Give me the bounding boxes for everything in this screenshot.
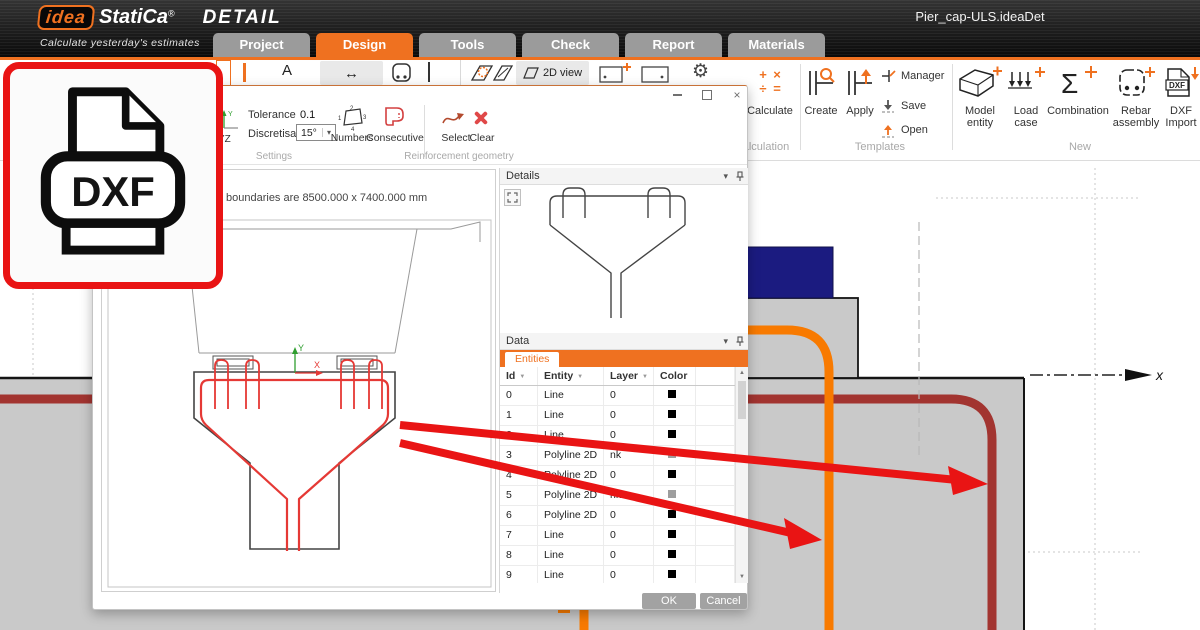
scroll-down-icon[interactable]: ▼ bbox=[736, 571, 748, 583]
details-preview bbox=[500, 185, 748, 333]
x-axis-label: X bbox=[314, 360, 320, 370]
svg-text:Y: Y bbox=[228, 111, 233, 118]
column-header-id[interactable]: Id▼ bbox=[500, 367, 538, 385]
origin-axes: Y X bbox=[292, 343, 323, 376]
svg-text:1: 1 bbox=[338, 116, 342, 122]
data-panel-header: Data ▾ bbox=[500, 333, 748, 350]
close-button[interactable]: × bbox=[725, 88, 749, 102]
consecutive-button[interactable]: Consecutive bbox=[356, 132, 434, 144]
table-row[interactable]: 1Line0 bbox=[500, 406, 735, 426]
cancel-button[interactable]: Cancel bbox=[700, 593, 747, 609]
data-panel-tabs: Entities bbox=[500, 350, 748, 367]
details-panel-title: Details bbox=[506, 170, 540, 182]
dialog-right-panels: Details ▾ bbox=[499, 168, 748, 593]
table-row[interactable]: 5Polyline 2Dnk bbox=[500, 486, 735, 506]
column-header-layer[interactable]: Layer▼ bbox=[604, 367, 654, 385]
dxf-icon-label: DXF bbox=[71, 167, 155, 214]
table-row[interactable]: 0Line0 bbox=[500, 386, 735, 406]
reinforcement-outline bbox=[201, 360, 388, 551]
structure-outline bbox=[186, 222, 480, 353]
column-header-blank bbox=[696, 367, 735, 385]
color-swatch bbox=[654, 406, 696, 425]
app-window: ideaStatiCa®DETAIL Calculate yesterday's… bbox=[0, 0, 1200, 630]
x-axis-label: x bbox=[1155, 367, 1164, 383]
group-label-settings: Settings bbox=[234, 151, 314, 162]
tab-entities[interactable]: Entities bbox=[505, 352, 559, 367]
pin-icon[interactable] bbox=[736, 336, 744, 347]
consecutive-icon[interactable] bbox=[383, 105, 407, 129]
color-swatch bbox=[654, 486, 696, 505]
tolerance-value[interactable]: 0.1 bbox=[300, 109, 315, 121]
pier-cap-outline bbox=[194, 372, 395, 549]
collapse-icon[interactable]: ▾ bbox=[723, 168, 728, 185]
color-swatch bbox=[654, 386, 696, 405]
table-row[interactable]: 8Line0 bbox=[500, 546, 735, 566]
table-row[interactable]: 4Polyline 2D0 bbox=[500, 466, 735, 486]
table-row[interactable]: 2Line0 bbox=[500, 426, 735, 446]
scrollbar-thumb[interactable] bbox=[738, 381, 746, 419]
table-row[interactable]: 6Polyline 2D0 bbox=[500, 506, 735, 526]
ok-button[interactable]: OK bbox=[642, 593, 696, 609]
svg-text:2: 2 bbox=[350, 106, 354, 112]
data-panel-title: Data bbox=[506, 335, 529, 347]
column-header-entity[interactable]: Entity▼ bbox=[538, 367, 604, 385]
color-swatch bbox=[654, 566, 696, 583]
discretisation-value: 15° bbox=[297, 127, 322, 139]
table-row[interactable]: 7Line0 bbox=[500, 526, 735, 546]
toolbar-separator bbox=[424, 105, 425, 157]
svg-text:4: 4 bbox=[351, 127, 355, 131]
color-swatch bbox=[654, 466, 696, 485]
color-swatch bbox=[654, 426, 696, 445]
table-row[interactable]: 3Polyline 2Dnk bbox=[500, 446, 735, 466]
x-axis-arrowhead bbox=[1125, 369, 1152, 381]
maximize-button[interactable] bbox=[695, 88, 719, 102]
scroll-up-icon[interactable]: ▲ bbox=[736, 367, 748, 379]
color-swatch bbox=[654, 446, 696, 465]
collapse-icon[interactable]: ▾ bbox=[723, 333, 728, 350]
table-scrollbar[interactable]: ▲ ▼ bbox=[735, 367, 748, 583]
svg-text:3: 3 bbox=[363, 115, 366, 121]
clear-icon[interactable] bbox=[472, 109, 490, 127]
select-icon[interactable] bbox=[441, 110, 469, 128]
entities-table: Id▼ Entity▼ Layer▼ Color 0Line01Line02Li… bbox=[500, 367, 735, 583]
filter-icon: ▼ bbox=[519, 374, 525, 380]
details-panel-header: Details ▾ bbox=[500, 168, 748, 185]
filter-icon: ▼ bbox=[577, 374, 583, 380]
pin-icon[interactable] bbox=[736, 171, 744, 182]
tolerance-label: Tolerance bbox=[248, 109, 296, 121]
column-header-color[interactable]: Color bbox=[654, 367, 696, 385]
clear-button[interactable]: Clear bbox=[462, 132, 502, 144]
entities-table-body: 0Line01Line02Line03Polyline 2Dnk4Polylin… bbox=[500, 386, 735, 583]
dxf-highlight-callout: DXF bbox=[3, 62, 223, 289]
color-swatch bbox=[654, 506, 696, 525]
group-label-reinforcement: Reinforcement geometry bbox=[399, 151, 519, 162]
color-swatch bbox=[654, 546, 696, 565]
numbers-icon[interactable]: 1 2 3 4 bbox=[338, 105, 366, 131]
reinforcement-preview-drawing bbox=[500, 185, 748, 333]
table-row[interactable]: 9Line0 bbox=[500, 566, 735, 583]
entities-table-header: Id▼ Entity▼ Layer▼ Color bbox=[500, 367, 735, 386]
dxf-file-icon: DXF bbox=[37, 84, 189, 268]
minimize-button[interactable] bbox=[665, 88, 689, 102]
color-swatch bbox=[654, 526, 696, 545]
y-axis-label: Y bbox=[298, 343, 304, 353]
filter-icon: ▼ bbox=[642, 374, 648, 380]
